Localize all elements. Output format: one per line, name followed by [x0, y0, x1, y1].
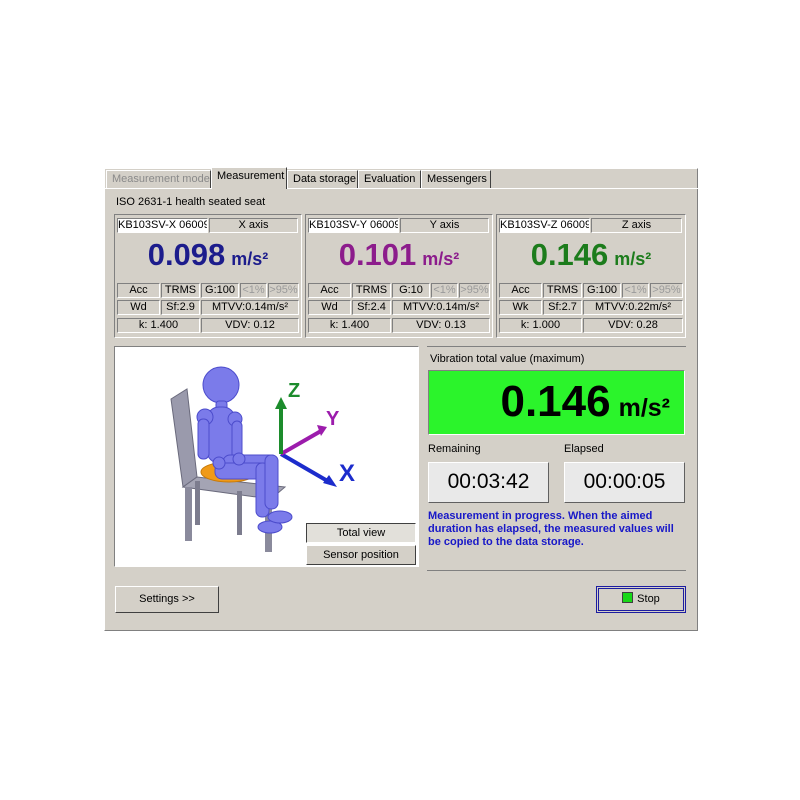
elapsed-timer: 00:00:05 — [564, 462, 685, 503]
tab-evaluation[interactable]: Evaluation — [358, 170, 421, 188]
status-message: Measurement in progress. When the aimed … — [428, 510, 674, 548]
channel-mode: Acc — [308, 283, 351, 298]
channel-overrange: >95% — [459, 283, 490, 298]
tab-measurement-mode[interactable]: Measurement mode — [106, 170, 211, 188]
channel-weighting: Wd — [117, 300, 160, 315]
channel-vdv: VDV: 0.13 — [392, 318, 490, 333]
tab-messengers[interactable]: Messengers — [421, 170, 491, 188]
channel-unit: m/s² — [231, 249, 269, 269]
channel-panel-x: KB103SV-X 06009 X axis 0.098 m/s² Acc TRM… — [114, 214, 302, 338]
stop-indicator-icon — [622, 592, 634, 603]
z-axis-label: Z — [288, 380, 300, 402]
person-figure — [196, 366, 293, 534]
stop-button-label: Stop — [637, 593, 660, 605]
y-axis-label: Y — [326, 408, 340, 430]
channel-sensor-name: KB103SV-X 06009 — [117, 218, 208, 233]
total-value: 0.146 — [500, 377, 611, 426]
channel-value: 0.101 — [338, 237, 417, 272]
channel-weighting: Wd — [308, 300, 351, 315]
settings-button[interactable]: Settings >> — [115, 586, 219, 613]
channel-mode: Acc — [499, 283, 542, 298]
total-view-button[interactable]: Total view — [306, 523, 416, 543]
channel-vdv: VDV: 0.28 — [583, 318, 683, 333]
channel-sensor-name: KB103SV-Y 06009 — [308, 218, 399, 233]
channel-underrange: <1% — [431, 283, 458, 298]
channel-value-display: 0.101 m/s² — [306, 237, 492, 273]
active-tab-gap — [212, 188, 286, 189]
total-value-label: Vibration total value (maximum) — [430, 353, 585, 365]
channel-underrange: <1% — [240, 283, 267, 298]
channel-scale-factor: Sf:2.4 — [352, 300, 391, 315]
channel-detector: TRMS — [161, 283, 200, 298]
remaining-timer: 00:03:42 — [428, 462, 549, 503]
channel-value: 0.146 — [530, 237, 609, 272]
tab-divider — [104, 188, 698, 189]
channel-weighting: Wk — [499, 300, 542, 315]
channel-gain: G:10 — [392, 283, 430, 298]
channel-mode: Acc — [117, 283, 160, 298]
channel-overrange: >95% — [650, 283, 683, 298]
channel-mtvv: MTVV:0.14m/s² — [201, 300, 299, 315]
tab-data-storage[interactable]: Data storage — [287, 170, 358, 188]
channel-mtvv: MTVV:0.14m/s² — [392, 300, 490, 315]
channel-axis-label: Z axis — [591, 218, 682, 233]
channel-scale-factor: Sf:2.7 — [543, 300, 582, 315]
channel-k-factor: k: 1.400 — [308, 318, 391, 333]
x-axis-label: X — [339, 460, 355, 487]
total-unit: m/s² — [618, 394, 670, 422]
channel-overrange: >95% — [268, 283, 299, 298]
channel-axis-label: Y axis — [400, 218, 489, 233]
channel-value-display: 0.146 m/s² — [497, 237, 685, 273]
channel-k-factor: k: 1.000 — [499, 318, 582, 333]
channel-panel-y: KB103SV-Y 06009 Y axis 0.101 m/s² Acc TRM… — [305, 214, 493, 338]
channel-value: 0.098 — [147, 237, 226, 272]
channel-underrange: <1% — [622, 283, 649, 298]
standard-label: ISO 2631-1 health seated seat — [116, 196, 266, 208]
channel-axis-label: X axis — [209, 218, 298, 233]
channel-detector: TRMS — [543, 283, 582, 298]
channel-vdv: VDV: 0.12 — [201, 318, 299, 333]
channel-unit: m/s² — [614, 249, 652, 269]
channel-gain: G:100 — [583, 283, 621, 298]
total-divider-top — [427, 346, 686, 347]
seat-figure-panel: X Y Z Total view Sensor position — [114, 346, 419, 567]
remaining-label: Remaining — [428, 443, 481, 455]
total-value-display: 0.146 m/s² — [428, 370, 685, 435]
tab-measurement[interactable]: Measurement — [211, 167, 287, 189]
channel-mtvv: MTVV:0.22m/s² — [583, 300, 683, 315]
channel-sensor-name: KB103SV-Z 06009 — [499, 218, 590, 233]
channel-detector: TRMS — [352, 283, 391, 298]
channel-gain: G:100 — [201, 283, 239, 298]
stop-button[interactable]: Stop — [596, 586, 686, 613]
channel-panel-z: KB103SV-Z 06009 Z axis 0.146 m/s² Acc TRM… — [496, 214, 686, 338]
sensor-position-button[interactable]: Sensor position — [306, 545, 416, 565]
total-value-text: 0.146 m/s² — [500, 377, 670, 427]
channel-scale-factor: Sf:2.9 — [161, 300, 200, 315]
channel-unit: m/s² — [422, 249, 460, 269]
channel-k-factor: k: 1.400 — [117, 318, 200, 333]
total-divider-bottom — [427, 570, 686, 571]
channel-value-display: 0.098 m/s² — [115, 237, 301, 273]
elapsed-label: Elapsed — [564, 443, 604, 455]
